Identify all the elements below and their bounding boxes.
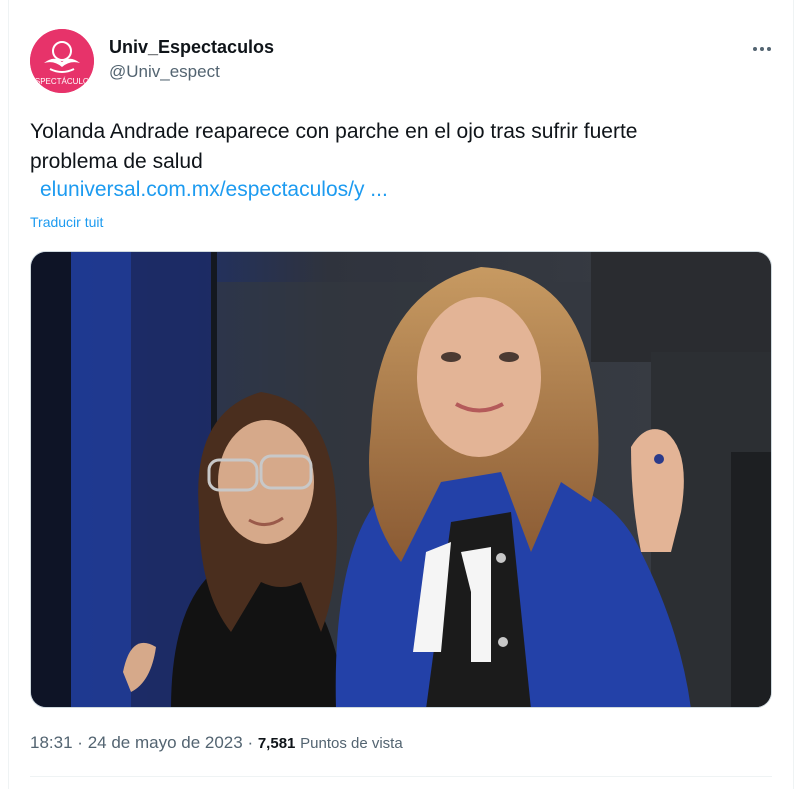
tweet-text: Yolanda Andrade reaparece con parche en … [30,120,638,173]
translate-tweet-link[interactable]: Traducir tuit [30,214,103,230]
tweet-date[interactable]: 24 de mayo de 2023 [88,733,243,752]
divider [30,776,772,777]
author-handle[interactable]: @Univ_espect [109,62,220,82]
avatar-text: ESPECTÁCULOS [30,77,94,86]
frame-border-right [793,0,794,789]
avatar[interactable]: ESPECTÁCULOS [30,29,94,93]
author-name[interactable]: Univ_Espectaculos [109,37,274,58]
frame-border-left [8,0,9,789]
more-dots-icon [753,47,771,51]
tweet-photo[interactable] [30,251,772,708]
meta-separator: · [247,733,254,752]
more-options-button[interactable] [748,38,776,60]
tweet-link[interactable]: eluniversal.com.mx/espectaculos/y ... [40,178,388,202]
views-count: 7,581 [257,735,296,752]
views-label: Puntos de vista [300,735,403,752]
meta-separator: · [77,733,83,752]
tweet-meta: 18:31 · 24 de mayo de 2023 · 7,581 Punto… [30,733,403,753]
tweet-time[interactable]: 18:31 [30,733,73,752]
